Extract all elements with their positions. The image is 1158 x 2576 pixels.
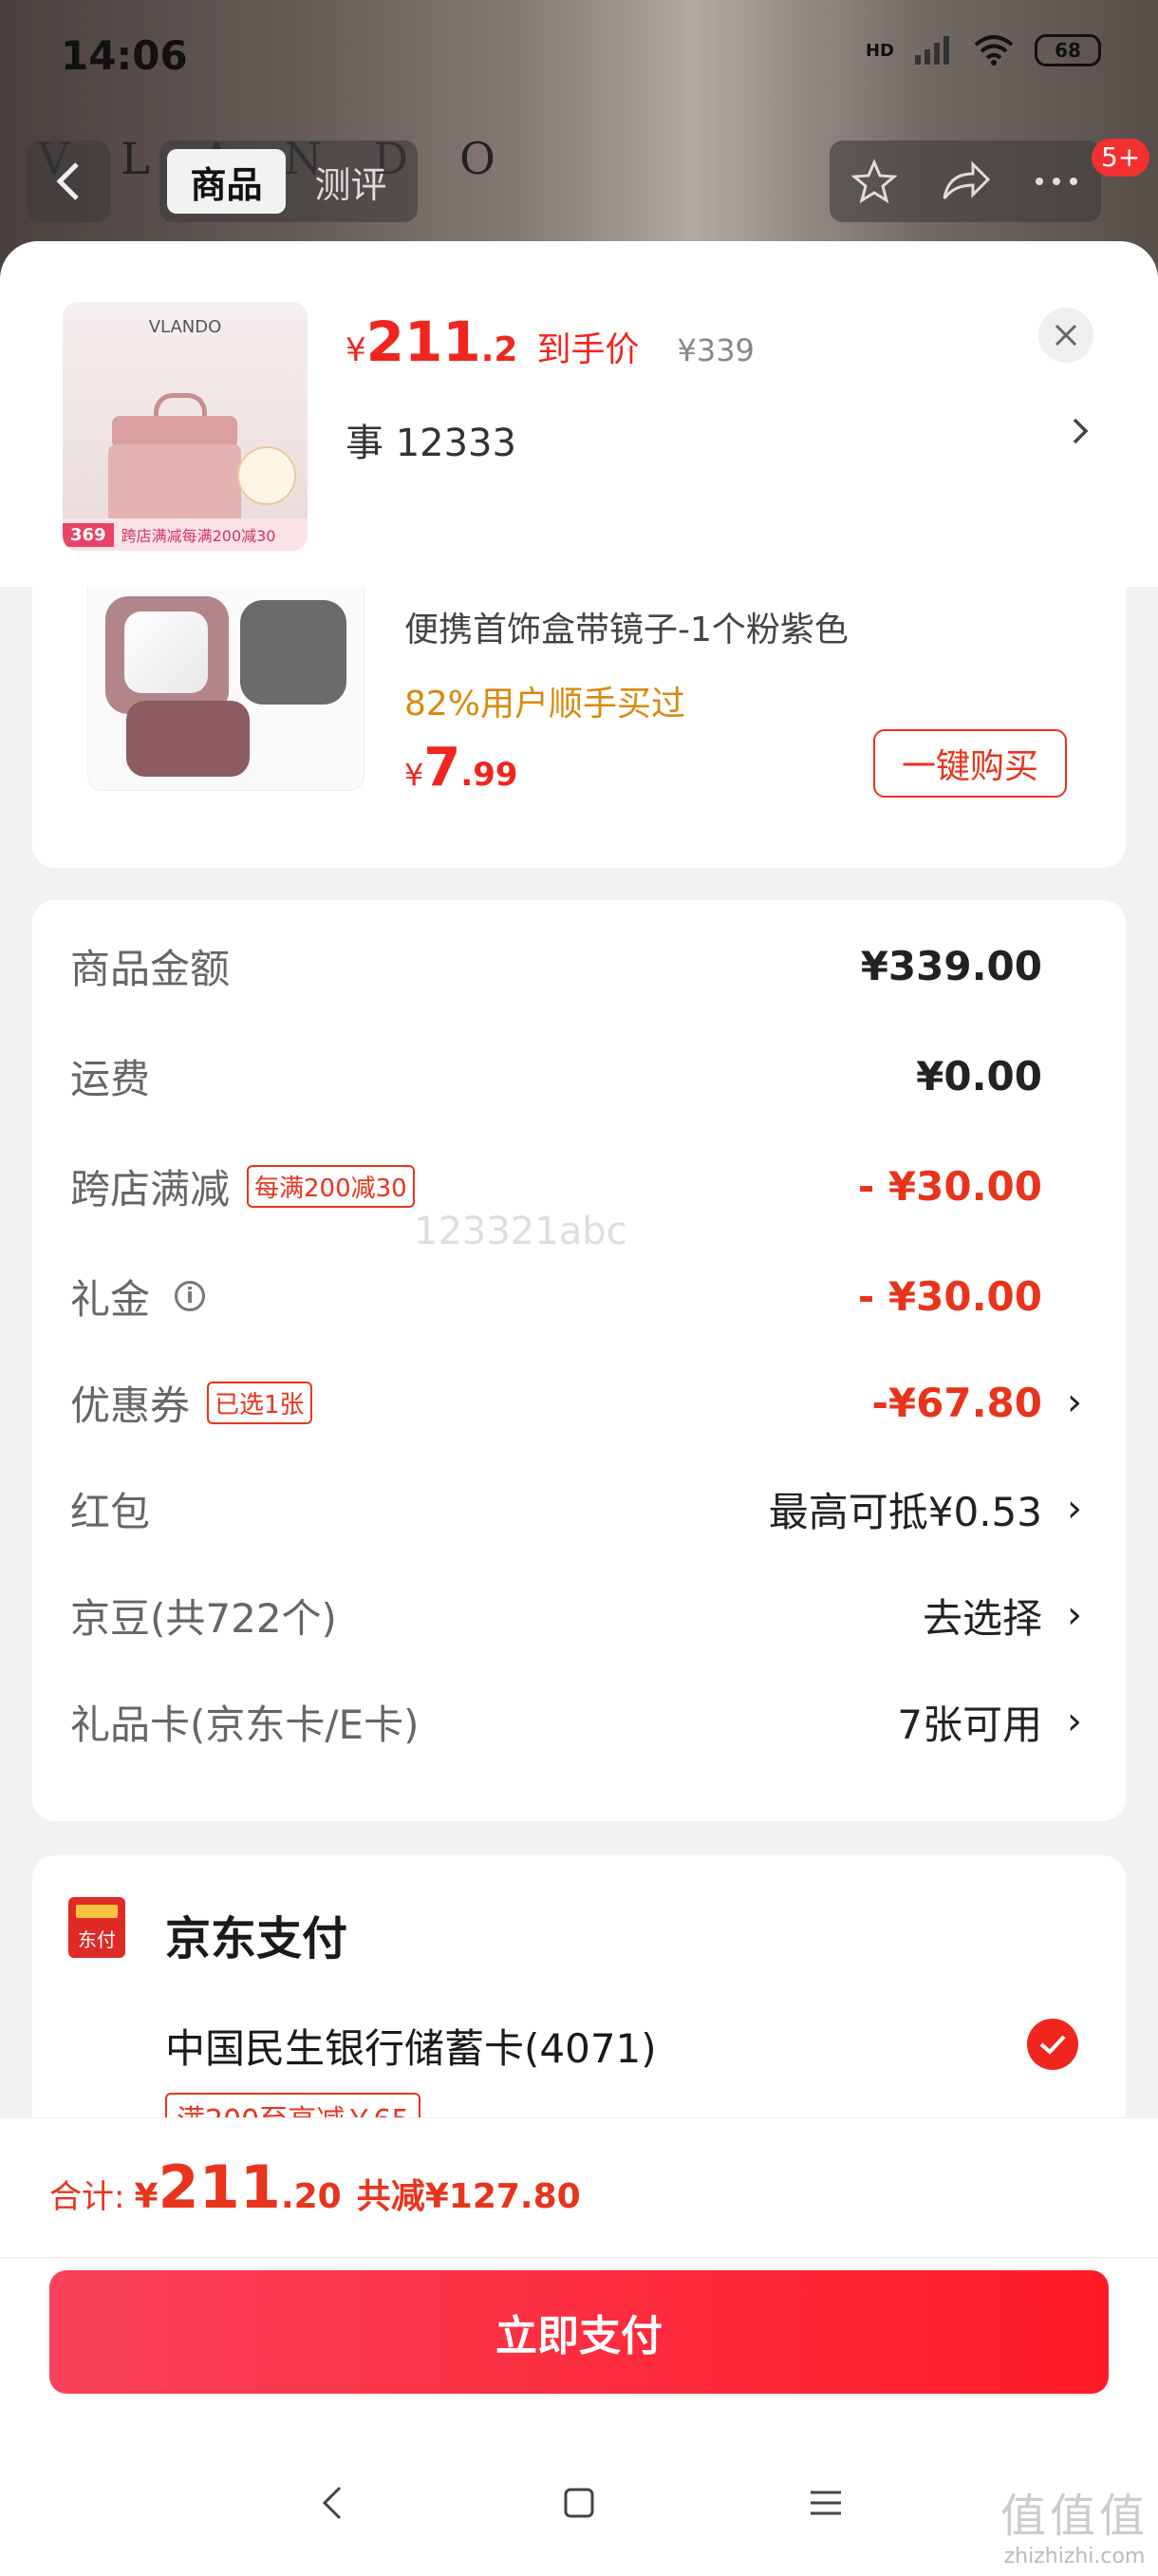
cost-label: 跨店满减 — [70, 1165, 231, 1213]
divider — [0, 2257, 1158, 2259]
pay-now-button[interactable]: 立即支付 — [49, 2270, 1109, 2394]
chevron-right-icon: › — [1067, 1593, 1082, 1637]
original-price: ¥339 — [677, 332, 755, 368]
sheet-header: VLANDO 369 跨店满减每满200减30 ¥ 211 .2 到手价 ¥33… — [0, 241, 1158, 587]
total-saved: 共减¥127.80 — [356, 2177, 581, 2216]
cost-label: 优惠券 — [70, 1382, 191, 1429]
one-click-buy-button[interactable]: 一键购买 — [873, 729, 1067, 798]
nav-menu-icon[interactable] — [797, 2474, 854, 2531]
promo-tag: 每满200减30 — [247, 1164, 415, 1208]
back-button[interactable] — [27, 141, 110, 222]
cost-label: 礼品卡(京东卡/E卡) — [70, 1701, 420, 1748]
tab-product[interactable]: 商品 — [167, 149, 286, 214]
more-icon[interactable] — [1034, 176, 1079, 187]
site-mark: 值值值 — [999, 2490, 1149, 2543]
recommend-price-integer: 7 — [423, 737, 461, 799]
cost-value: -¥67.80 — [871, 1379, 1042, 1426]
cost-row-shipping: 运费 ¥0.00 — [70, 1043, 1095, 1109]
thumbnail-promo-strip: 369 跨店满减每满200减30 — [63, 518, 308, 551]
product-thumbnail: VLANDO 369 跨店满减每满200减30 — [63, 302, 308, 551]
product-tabs: 商品 测评 — [159, 141, 418, 222]
total-currency: ¥ — [134, 2177, 159, 2216]
watermark: 123321abc — [414, 1210, 627, 1253]
cost-value: 去选择 — [922, 1594, 1042, 1642]
total-decimal: .20 — [280, 2177, 342, 2216]
network-label: HD — [865, 40, 894, 61]
cost-breakdown: 商品金额 ¥339.00 运费 ¥0.00 跨店满减 每满200减30 - ¥3… — [32, 900, 1126, 1821]
recommend-price-currency: ¥ — [404, 757, 424, 793]
wifi-icon — [974, 35, 1014, 66]
site-watermark: 值值值 zhizhizhi.com — [1000, 2478, 1149, 2568]
cost-value: - ¥30.00 — [857, 1162, 1042, 1210]
selected-spec[interactable]: 事 12333 — [346, 412, 516, 467]
star-icon[interactable] — [851, 159, 897, 204]
chevron-left-icon — [56, 162, 79, 200]
battery-icon: 68 — [1035, 34, 1101, 66]
coupon-tag: 已选1张 — [207, 1381, 312, 1424]
checkout-footer: 合计: ¥ 211 .20 共减¥127.80 立即支付 值值值 zhizhiz… — [0, 2117, 1158, 2576]
cost-label: 红包 — [70, 1488, 151, 1535]
share-icon[interactable] — [941, 160, 990, 202]
tab-review[interactable]: 测评 — [291, 149, 410, 214]
cost-row-gift-card[interactable]: 礼品卡(京东卡/E卡) 7张可用 › — [70, 1688, 1095, 1755]
chevron-right-icon: › — [1067, 1700, 1082, 1743]
price-currency: ¥ — [346, 331, 366, 369]
bank-card-option[interactable]: 中国民生银行储蓄卡(4071) — [165, 2017, 657, 2075]
cost-label: 运费 — [70, 1055, 151, 1102]
payment-title: 京东支付 — [165, 1912, 348, 1965]
chevron-right-icon: › — [1067, 1487, 1082, 1531]
price-decimal: .2 — [480, 330, 518, 369]
total-label: 合计: — [49, 2178, 125, 2216]
clock: 14:06 — [61, 32, 188, 79]
chevron-right-icon: › — [1067, 1381, 1082, 1424]
tray-graphic — [240, 600, 346, 705]
top-actions — [830, 141, 1101, 222]
cost-row-coupon[interactable]: 优惠券 已选1张 -¥67.80 › — [70, 1369, 1095, 1436]
site-domain: zhizhizhi.com — [1003, 2545, 1146, 2568]
status-bar: 14:06 HD 68 — [0, 0, 1158, 114]
cost-label: 商品金额 — [70, 945, 231, 992]
info-icon[interactable]: i — [175, 1281, 206, 1311]
thumbnail-sticker — [237, 446, 296, 505]
recommend-price-decimal: .99 — [460, 756, 518, 794]
tray-bottom-graphic — [126, 701, 250, 777]
cost-value: ¥0.00 — [916, 1052, 1042, 1100]
nav-back-icon[interactable] — [304, 2474, 361, 2531]
thumbnail-promo-text: 跨店满减每满200减30 — [121, 527, 276, 545]
price-label: 到手价 — [536, 330, 640, 369]
jd-pay-icon: 东付 — [68, 1897, 125, 1958]
chevron-right-icon[interactable] — [1069, 412, 1092, 450]
thumbnail-logo: VLANDO — [148, 317, 222, 337]
cost-label: 礼金 — [70, 1275, 151, 1323]
cost-row-gift-money: 礼金 i - ¥30.00 — [70, 1263, 1095, 1329]
system-nav-bar — [0, 2451, 1158, 2555]
cost-value: ¥339.00 — [860, 942, 1042, 989]
close-icon — [1055, 324, 1077, 347]
thumbnail-lid — [112, 416, 237, 448]
price-integer: 211 — [365, 310, 481, 374]
cost-value: 最高可抵¥0.53 — [768, 1488, 1042, 1535]
final-price: ¥ 211 .2 到手价 ¥339 — [346, 310, 755, 374]
recommend-product-image[interactable] — [87, 587, 364, 791]
signal-icon — [915, 36, 949, 65]
recommend-card: 便携首饰盒带镜子-1个粉紫色 82%用户顺手买过 ¥ 7 .99 一键购买 — [32, 587, 1126, 868]
nav-home-icon[interactable] — [551, 2474, 607, 2531]
recommend-price: ¥ 7 .99 — [404, 737, 518, 799]
cost-label: 京豆(共722个) — [70, 1594, 337, 1642]
cost-row-jd-beans[interactable]: 京豆(共722个) 去选择 › — [70, 1582, 1095, 1648]
cost-value: 7张可用 — [897, 1701, 1042, 1748]
thumbnail-price: 369 — [63, 522, 114, 547]
mirror-graphic — [105, 596, 229, 714]
cost-row-red-packet[interactable]: 红包 最高可抵¥0.53 › — [70, 1476, 1095, 1542]
message-count-badge: 5+ — [1092, 139, 1150, 177]
check-icon[interactable] — [1027, 2019, 1078, 2070]
total-integer: 211 — [158, 2153, 281, 2222]
cost-value: - ¥30.00 — [857, 1272, 1042, 1320]
order-total: 合计: ¥ 211 .20 共减¥127.80 — [49, 2153, 581, 2222]
cost-row-goods: 商品金额 ¥339.00 — [70, 932, 1095, 999]
close-button[interactable] — [1038, 308, 1093, 363]
recommend-subtitle: 82%用户顺手买过 — [404, 685, 686, 724]
thumbnail-box — [108, 444, 241, 530]
recommend-title[interactable]: 便携首饰盒带镜子-1个粉紫色 — [404, 602, 849, 651]
